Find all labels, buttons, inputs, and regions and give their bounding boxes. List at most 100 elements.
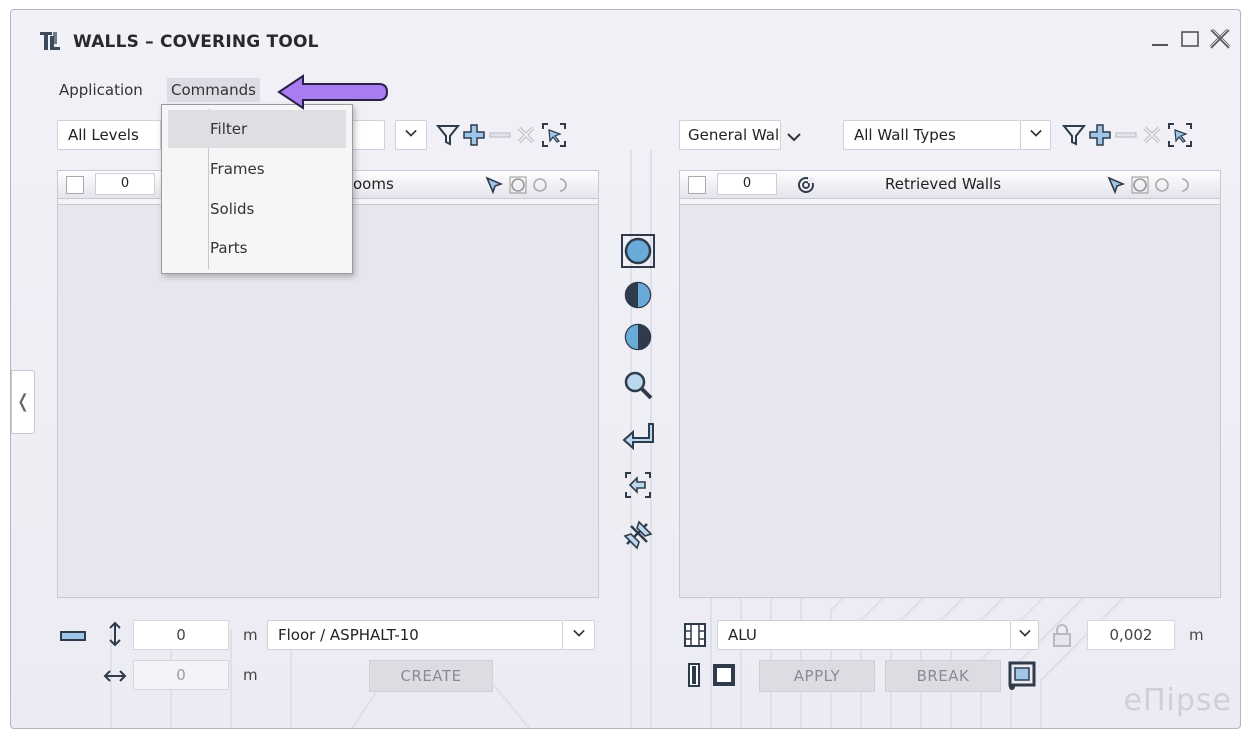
collapse-panel-button[interactable]: ❬ (11, 370, 35, 434)
rooms-count: 0 (95, 173, 155, 195)
wall-circle-right-toggle[interactable] (1173, 176, 1191, 194)
wall-type-combo-chevron[interactable] (1021, 120, 1051, 150)
clear-icon (517, 126, 535, 144)
clear-button[interactable] (513, 122, 539, 148)
thickness-input[interactable]: 0,002 (1087, 620, 1175, 650)
transfer-button[interactable] (619, 466, 657, 504)
pointer-arrow-icon (277, 74, 389, 110)
walls-list-column-bar (680, 199, 1220, 205)
circle-full-icon (509, 176, 527, 194)
floor-type-combo-chevron[interactable] (563, 620, 595, 650)
rooms-list-title: ooms (353, 175, 394, 193)
circle-left-icon (533, 178, 547, 192)
chevron-down-icon (1018, 629, 1031, 637)
return-button[interactable] (619, 418, 657, 456)
commands-dropdown-menu: Filter Frames Solids Parts (161, 104, 353, 274)
pointer-select-button[interactable] (485, 176, 504, 195)
frame-button[interactable] (1007, 660, 1037, 690)
pointer-icon (485, 176, 504, 195)
maximize-icon (1181, 31, 1199, 47)
circle-left-toggle[interactable] (531, 176, 549, 194)
circle-right-icon (624, 323, 652, 351)
add-icon (463, 124, 485, 146)
wall-type-combo[interactable]: All Wall Types (843, 120, 1021, 150)
menu-item-solids[interactable]: Solids (168, 190, 346, 228)
width-arrow-icon (103, 666, 127, 686)
wall-group-combo[interactable]: General Wal (679, 120, 781, 150)
covering-material-combo-value: ALU (728, 626, 757, 644)
circle-full-icon (621, 234, 655, 268)
wall-clear-button[interactable] (1139, 122, 1165, 148)
left-side-covering-button[interactable] (619, 276, 657, 314)
wall-circle-full-toggle[interactable] (1131, 176, 1149, 194)
chevron-down-icon (405, 129, 417, 137)
select-all-walls-checkbox[interactable] (688, 176, 706, 194)
covering-material-combo[interactable]: ALU (717, 620, 1011, 650)
height-offset-input[interactable]: 0 (133, 620, 229, 650)
menu-commands[interactable]: Commands (167, 78, 260, 102)
window-title: WALLS – COVERING TOOL (73, 32, 319, 52)
break-button[interactable]: BREAK (885, 660, 1001, 692)
right-side-covering-button[interactable] (619, 318, 657, 356)
height-unit: m (243, 626, 258, 644)
menu-item-frames[interactable]: Frames (168, 150, 346, 188)
wall-add-button[interactable] (1087, 122, 1113, 148)
circle-right-toggle[interactable] (551, 176, 569, 194)
unpin-button[interactable] (619, 516, 657, 554)
wall-select-in-model-button[interactable] (1167, 122, 1193, 148)
walls-list-title: Retrieved Walls (885, 175, 1002, 193)
apply-button[interactable]: APPLY (759, 660, 875, 692)
walls-list-panel[interactable] (679, 170, 1221, 598)
refresh-walls-button[interactable] (797, 176, 815, 194)
floor-thickness-icon (59, 626, 87, 646)
full-covering-button[interactable] (619, 232, 657, 270)
menu-item-filter[interactable]: Filter (168, 110, 346, 148)
create-button[interactable]: CREATE (369, 660, 493, 692)
wall-side-button[interactable] (687, 662, 701, 688)
square-icon (713, 664, 735, 686)
wall-circle-left-toggle[interactable] (1153, 176, 1171, 194)
minimize-icon (1152, 44, 1168, 46)
walls-count: 0 (717, 173, 777, 195)
chevron-left-icon: ❬ (15, 391, 31, 412)
height-arrow-icon (105, 620, 125, 648)
menu-item-parts[interactable]: Parts (168, 229, 346, 267)
pointer-icon (1107, 176, 1126, 195)
wall-group-chevron[interactable] (787, 128, 801, 142)
circle-full-toggle[interactable] (509, 176, 527, 194)
room-combo-chevron[interactable] (395, 120, 427, 150)
width-offset-input[interactable]: 0 (133, 660, 229, 690)
level-combo[interactable]: All Levels (57, 120, 161, 150)
floor-type-combo[interactable]: Floor / ASPHALT-10 (267, 620, 563, 650)
chevron-down-icon (572, 629, 585, 637)
select-all-rooms-checkbox[interactable] (66, 176, 84, 194)
add-button[interactable] (461, 122, 487, 148)
wall-group-combo-value: General Wal (688, 126, 780, 144)
width-unit: m (243, 666, 258, 684)
wall-pointer-select-button[interactable] (1107, 176, 1126, 195)
wall-filter-button[interactable] (1061, 122, 1087, 148)
floor-type-combo-value: Floor / ASPHALT-10 (278, 626, 419, 644)
remove-button[interactable] (487, 122, 513, 148)
zoom-button[interactable] (619, 366, 657, 404)
circle-left-icon (1155, 178, 1169, 192)
wall-remove-button[interactable] (1113, 122, 1139, 148)
circle-right-icon (559, 178, 567, 192)
return-icon (622, 423, 654, 451)
app-logo-icon (37, 28, 63, 54)
filter-icon (435, 125, 461, 146)
circle-left-icon (624, 281, 652, 309)
select-in-model-icon (542, 123, 566, 147)
covering-material-chevron[interactable] (1011, 620, 1039, 650)
select-in-model-button[interactable] (541, 122, 567, 148)
filter-button[interactable] (435, 122, 461, 148)
menu-application[interactable]: Application (55, 78, 147, 102)
minimize-button[interactable] (1147, 26, 1173, 52)
wall-full-button[interactable] (713, 664, 735, 686)
lock-thickness-button[interactable] (1051, 622, 1073, 648)
unpin-icon (623, 520, 653, 550)
magnify-icon (624, 371, 653, 400)
maximize-button[interactable] (1177, 26, 1203, 52)
close-icon (1209, 28, 1231, 49)
close-button[interactable] (1207, 26, 1233, 52)
